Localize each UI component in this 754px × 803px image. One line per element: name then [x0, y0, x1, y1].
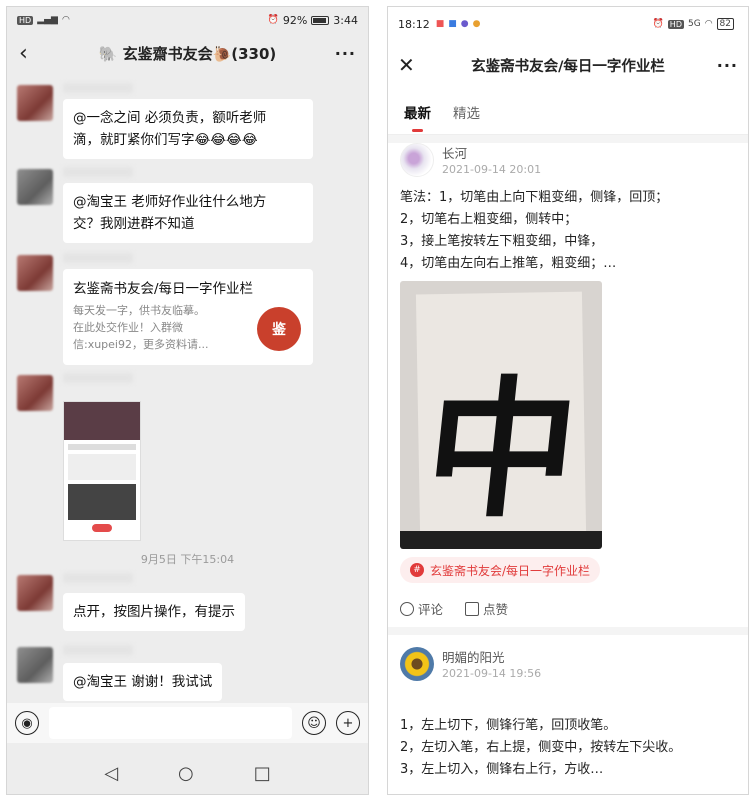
message-bubble[interactable]: @淘宝王 老师好作业往什么地方 交？我刚进群不知道: [63, 183, 313, 243]
more-icon[interactable]: ···: [702, 56, 738, 75]
post-line: 2，左切入笔，右上提，侧变中，按转左下尖收。: [400, 740, 682, 755]
avatar[interactable]: [17, 85, 53, 121]
tab-featured[interactable]: 精选: [453, 96, 480, 128]
network-type: 5G: [687, 19, 701, 29]
plus-icon[interactable]: +: [336, 711, 360, 735]
voice-icon[interactable]: ◉: [15, 711, 39, 735]
hd-icon: HD: [17, 15, 34, 25]
sender-name: [63, 573, 133, 583]
post-line: 笔法：1，切笔由上向下粗变细，侧锋，回顶；: [400, 190, 669, 205]
status-bar: 18:12 ■ ■ ● ● ⏰ HD 5G ◠ 82: [388, 7, 748, 41]
message-bubble[interactable]: @淘宝王 谢谢！我试试: [63, 663, 223, 701]
post-body[interactable]: 笔法：1，切笔由上向下粗变细，侧锋，回顶； 2，切笔右上粗变细，侧转中； 3，接…: [400, 187, 668, 275]
card-desc-line: 信:xupei92，更多资料请...: [73, 338, 209, 351]
thumbs-up-icon: [465, 602, 480, 616]
message-bubble[interactable]: 点开，按图片操作，有提示: [63, 593, 245, 631]
post-date: 2021-09-14 19:56: [442, 667, 542, 680]
avatar[interactable]: [17, 375, 53, 411]
post-line: 4，切笔由左向右上推笔，粗变细；…: [400, 256, 617, 271]
divider: [388, 627, 748, 635]
message-line: 交？我刚进群不知道: [73, 216, 195, 232]
avatar[interactable]: [17, 647, 53, 683]
clock: 3:44: [333, 13, 358, 27]
message-line: 滴，就盯紧你们写字😂😂😂😂: [73, 132, 258, 148]
back-icon[interactable]: ‹: [19, 41, 59, 66]
chat-title: 🐘 玄鉴齋书友会🐌(330): [98, 44, 277, 63]
battery-percent: 92%: [282, 13, 308, 27]
app-notification-icon: ■: [435, 19, 445, 29]
topic-tag-label: 玄鉴斋书友会/每日一字作业栏: [430, 563, 591, 578]
post-line: 3，左上切入，侧锋右上行，方收…: [400, 762, 604, 777]
sender-name: [63, 253, 133, 263]
message-input[interactable]: [49, 707, 292, 739]
alarm-icon: ⏰: [267, 15, 279, 25]
wifi-icon: ◠: [704, 19, 713, 29]
post-header: ✕ 玄鉴斋书友会/每日一字作业栏 ···: [388, 41, 748, 89]
author-name[interactable]: 长河: [442, 143, 467, 162]
wifi-icon: ◠: [61, 15, 70, 25]
message-line: @淘宝王 老师好作业往什么地方: [73, 194, 267, 210]
message-bubble[interactable]: @一念之间 必须负责，额听老师 滴，就盯紧你们写字😂😂😂😂: [63, 99, 313, 159]
nav-back-icon[interactable]: ◁: [104, 763, 118, 784]
nav-home-icon[interactable]: ○: [178, 763, 194, 784]
post-feed-screen: 18:12 ■ ■ ● ● ⏰ HD 5G ◠ 82 ✕ 玄鉴斋书友会/每日一字…: [387, 6, 749, 795]
app-notification-icon: ●: [460, 19, 469, 29]
message-list[interactable]: @一念之间 必须负责，额听老师 滴，就盯紧你们写字😂😂😂😂 @淘宝王 老师好作业…: [7, 73, 368, 701]
sender-name: [63, 645, 133, 655]
tab-latest[interactable]: 最新: [404, 96, 431, 132]
avatar[interactable]: [17, 169, 53, 205]
author-name[interactable]: 明媚的阳光: [442, 647, 505, 666]
status-bar: HD ▂▄▆ ◠ ⏰ 92% 3:44: [7, 7, 368, 33]
system-nav-bar: ◁ ○ □: [7, 751, 368, 794]
avatar[interactable]: [400, 647, 434, 681]
clock: 18:12: [398, 17, 430, 31]
card-desc-line: 在此处交作业！入群微: [73, 321, 183, 334]
like-button[interactable]: 点赞: [465, 599, 508, 618]
alarm-icon: ⏰: [652, 19, 664, 29]
hd-icon: HD: [667, 19, 684, 29]
post-actions: 评论 点赞: [400, 599, 508, 618]
sender-name: [63, 167, 133, 177]
post-date: 2021-09-14 20:01: [442, 163, 542, 176]
avatar[interactable]: [17, 575, 53, 611]
chat-screen: HD ▂▄▆ ◠ ⏰ 92% 3:44 ‹ 🐘 玄鉴齋书友会🐌(330) ···…: [6, 6, 369, 795]
topic-title: 玄鉴斋书友会/每日一字作业栏: [471, 58, 665, 75]
comment-icon: [400, 602, 414, 616]
hashtag-icon: #: [410, 563, 424, 577]
avatar[interactable]: [17, 255, 53, 291]
post-line: 1，左上切下，侧锋行笔，回顶收笔。: [400, 718, 617, 733]
post-body[interactable]: 1，左上切下，侧锋行笔，回顶收笔。 2，左切入笔，右上提，侧变中，按转左下尖收。…: [400, 715, 681, 781]
app-notification-icon: ●: [472, 19, 481, 29]
calligraphy-character: 中: [417, 362, 586, 538]
app-notification-icon: ■: [448, 19, 457, 29]
nav-recent-icon[interactable]: □: [254, 763, 271, 784]
image-message[interactable]: [63, 401, 141, 541]
emoji-icon[interactable]: ☺: [302, 711, 326, 735]
feed-tabs: 最新 精选: [388, 89, 748, 135]
battery-icon: 82: [716, 18, 734, 30]
input-bar: ◉ ☺ +: [7, 703, 368, 743]
avatar[interactable]: [400, 143, 434, 177]
battery-icon: [311, 15, 330, 25]
card-desc-line: 每天发一字，供书友临摹。: [73, 304, 205, 317]
topic-tag[interactable]: # 玄鉴斋书友会/每日一字作业栏: [400, 557, 601, 583]
chat-timestamp: 9月5日 下午15:04: [140, 553, 235, 566]
comment-button[interactable]: 评论: [400, 599, 443, 618]
sender-name: [63, 373, 133, 383]
post-line: 2，切笔右上粗变细，侧转中；: [400, 212, 578, 227]
close-icon[interactable]: ✕: [398, 53, 434, 77]
post-line: 3，接上笔按转左下粗变细，中锋，: [400, 234, 604, 249]
card-title: 玄鉴斋书友会/每日一字作业栏: [73, 281, 254, 297]
share-card[interactable]: 玄鉴斋书友会/每日一字作业栏 每天发一字，供书友临摹。 在此处交作业！入群微 信…: [63, 269, 313, 365]
post-photo[interactable]: 中: [400, 281, 602, 549]
seal-logo: 鉴: [257, 307, 301, 351]
more-icon[interactable]: ···: [316, 44, 356, 63]
card-description: 每天发一字，供书友临摹。 在此处交作业！入群微 信:xupei92，更多资料请.…: [73, 302, 238, 353]
signal-icon: ▂▄▆: [37, 15, 58, 25]
chat-header: ‹ 🐘 玄鉴齋书友会🐌(330) ···: [7, 33, 368, 73]
divider: [388, 135, 748, 143]
sender-name: [63, 83, 133, 93]
message-line: @一念之间 必须负责，额听老师: [73, 110, 267, 126]
